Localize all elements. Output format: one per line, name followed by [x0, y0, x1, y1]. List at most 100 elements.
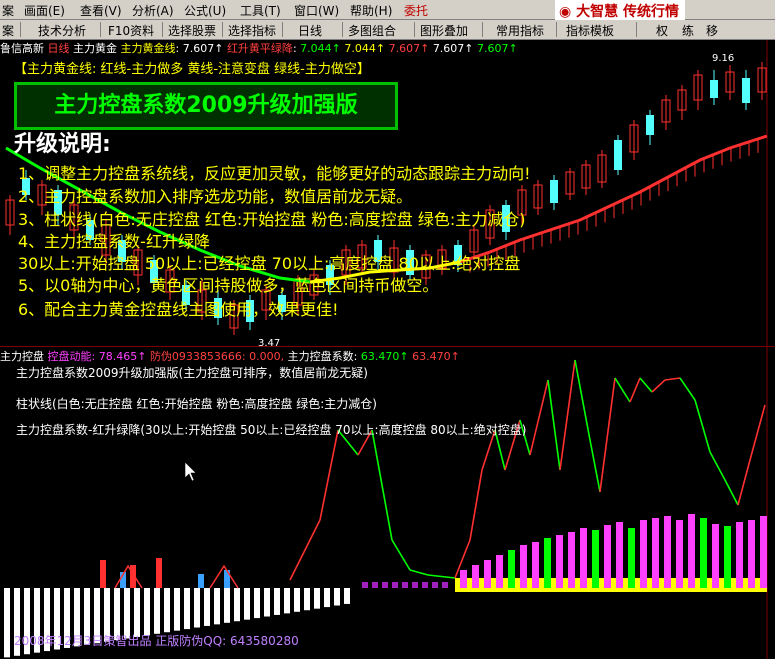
histogram-bar-magenta: [604, 525, 611, 588]
histogram-bar-white: [324, 588, 330, 608]
histogram-bar-white: [224, 588, 230, 623]
app-window: 案 画面(E) 查看(V) 分析(A) 公式(U) 工具(T) 窗口(W) 帮助…: [0, 0, 775, 659]
histogram-bar-purple: [442, 582, 448, 588]
candle-body: [614, 140, 622, 170]
coefficient-line-segment: [679, 377, 696, 401]
upgrade-note: 2、主力控盘系数加入排序选龙功能，数值居前龙无疑。: [18, 187, 413, 206]
upgrade-title: 升级说明:: [14, 132, 111, 157]
histogram-bar-white: [274, 588, 280, 615]
histogram-bar-magenta: [484, 560, 491, 588]
histogram-bar-white: [234, 588, 240, 622]
histogram-bar-magenta: [712, 524, 719, 588]
histogram-bar-blue: [198, 574, 204, 588]
upgrade-note: 4、主力控盘系数-红升绿降: [18, 232, 210, 251]
histogram-bar-white: [154, 588, 160, 634]
histogram-bar-magenta: [664, 516, 671, 588]
indicator-description: 主力控盘系数-红升绿降(30以上:开始控盘 50以上:已经控盘 70以上:高度控…: [16, 423, 527, 437]
histogram-bar-white: [244, 588, 250, 620]
histogram-bar-white: [124, 588, 130, 639]
histogram-bar-green: [628, 528, 635, 588]
histogram-bar-white: [264, 588, 270, 617]
histogram-bar-white: [334, 588, 340, 606]
upgrade-note: 30以上:开始控盘 50以上:已经控盘 70以上:高度控盘 80以上:绝对控盘: [18, 254, 521, 273]
coefficient-line-segment: [749, 404, 766, 461]
promo-banner: 主力控盘系数2009升级加强版: [14, 82, 398, 130]
histogram-bar-purple: [432, 582, 438, 588]
coefficient-line-segment: [614, 377, 631, 403]
histogram-bar-magenta: [460, 570, 467, 588]
histogram-bar-green: [508, 550, 515, 588]
coefficient-line-segment: [574, 359, 591, 441]
coefficient-line-segment: [694, 399, 711, 453]
coefficient-line-segment: [409, 569, 429, 576]
coefficient-line-segment: [639, 377, 653, 393]
coefficient-line-segment: [737, 459, 751, 506]
mouse-cursor-icon: [184, 461, 197, 482]
panel-divider: [0, 346, 775, 347]
coefficient-line-segment: [371, 429, 393, 541]
histogram-bar-white: [294, 588, 300, 612]
histogram-bar-magenta: [760, 516, 767, 588]
histogram-bar-magenta: [616, 522, 623, 588]
histogram-bar-purple: [392, 582, 398, 588]
histogram-bar-white: [4, 588, 10, 658]
main-chart-legend: 【主力黄金线: 红线-主力做多 黄线-注意变盘 绿线-主力做空】: [14, 62, 370, 77]
histogram-bar-white: [204, 588, 210, 626]
histogram-bar-red: [156, 558, 162, 588]
coefficient-line-segment: [664, 377, 681, 381]
upgrade-note: 5、以0轴为中心，黄色区间持股做多，蓝色区间持币做空。: [18, 276, 439, 295]
histogram-bar-white: [304, 588, 310, 611]
histogram-bar-purple: [382, 582, 388, 588]
candle-body: [550, 180, 558, 203]
histogram-bar-magenta: [556, 535, 563, 588]
histogram-bar-white: [314, 588, 320, 609]
histogram-bar-magenta: [496, 555, 503, 588]
histogram-bar-magenta: [532, 542, 539, 588]
histogram-bar-purple: [372, 582, 378, 588]
coefficient-line-segment: [559, 359, 576, 471]
coefficient-line-segment: [589, 439, 601, 493]
histogram-bar-magenta: [472, 565, 479, 588]
candle-body: [742, 78, 750, 103]
coef-value: 63.470↑: [360, 350, 409, 363]
histogram-bar-green: [724, 526, 731, 588]
histogram-bar-green: [544, 538, 551, 588]
histogram-bar-white: [284, 588, 290, 614]
small-triangle: [114, 564, 143, 589]
indicator-title: 主力控盘: [0, 350, 44, 363]
histogram-bar-green: [592, 530, 599, 588]
histogram-bar-white: [254, 588, 260, 619]
fake-label: 防伪0933853666:: [149, 350, 246, 363]
coefficient-line-segment: [547, 379, 561, 471]
histogram-bar-magenta: [580, 528, 587, 588]
histogram-bar-purple: [422, 582, 428, 588]
histogram-bar-magenta: [652, 518, 659, 588]
price-high-label: 9.16: [712, 53, 735, 64]
coefficient-line-segment: [529, 379, 549, 456]
histogram-bar-red: [100, 560, 106, 588]
coefficient-line-segment: [319, 429, 339, 521]
candle-body: [646, 115, 654, 135]
histogram-bar-magenta: [688, 514, 695, 588]
histogram-bar-white: [164, 588, 170, 633]
coefficient-line-segment: [724, 479, 739, 506]
histogram-bar-white: [344, 588, 350, 604]
histogram-bar-purple: [362, 582, 368, 588]
fake-value: 0.000,: [249, 350, 285, 363]
histogram-bar-white: [194, 588, 200, 628]
indicator-description: 主力控盘系数2009升级加强版(主力控盘可排序，数值居前龙无疑): [16, 366, 368, 380]
coefficient-line-segment: [709, 451, 726, 481]
coefficient-line-segment: [391, 539, 411, 571]
coefficient-line-segment: [629, 377, 641, 403]
footer-credit: 2008年12月3日策智出品 正版防伪QQ: 643580280: [14, 634, 299, 648]
gold-line-red: [459, 134, 768, 264]
upgrade-note: 1、调整主力控盘系统线，反应更加灵敏，能够更好的动态跟踪主力动向!: [18, 164, 531, 183]
histogram-bar-white: [174, 588, 180, 631]
coefficient-line-segment: [289, 519, 321, 581]
histogram-bar-white: [214, 588, 220, 625]
histogram-bar-magenta: [520, 545, 527, 588]
histogram-bar-white: [134, 588, 140, 637]
coefficient-line-segment: [427, 574, 456, 579]
histogram-bar-purple: [412, 582, 418, 588]
histogram-bar-purple: [402, 582, 408, 588]
